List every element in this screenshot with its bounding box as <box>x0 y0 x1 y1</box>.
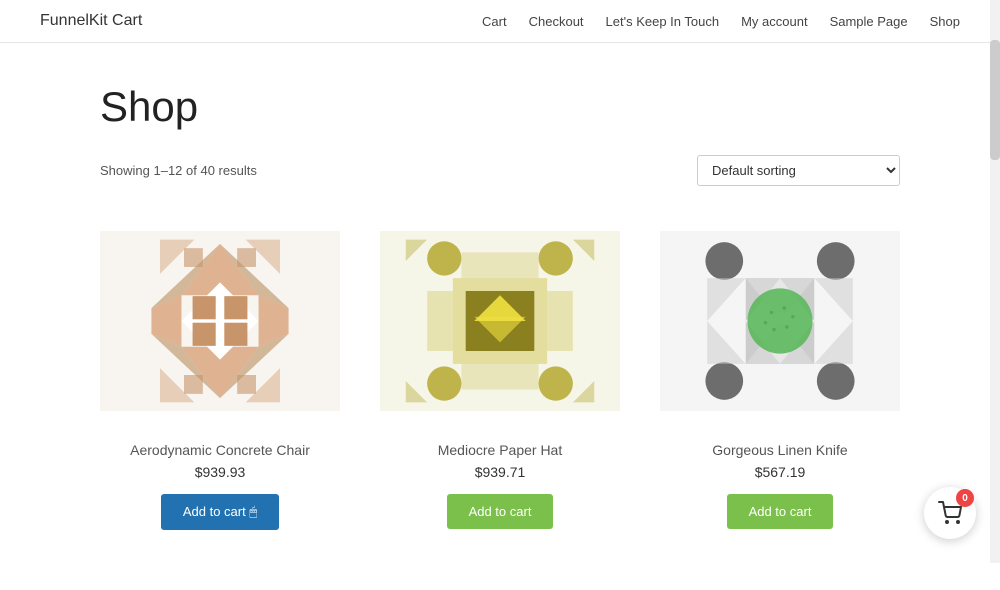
product-price: $939.93 <box>195 464 246 480</box>
product-name: Gorgeous Linen Knife <box>712 442 847 458</box>
product-card: Mediocre Paper Hat $939.71 Add to cart <box>380 216 620 530</box>
cart-floating-button[interactable]: 0 <box>924 487 976 539</box>
page-title: Shop <box>100 83 900 131</box>
nav-myaccount[interactable]: My account <box>741 14 807 29</box>
product-name: Aerodynamic Concrete Chair <box>130 442 310 458</box>
product-image <box>100 216 340 426</box>
products-grid: Aerodynamic Concrete Chair $939.93 Add t… <box>100 216 900 530</box>
product-price: $939.71 <box>475 464 526 480</box>
product-price: $567.19 <box>755 464 806 480</box>
add-to-cart-button[interactable]: Add to cart <box>727 494 834 529</box>
add-to-cart-button[interactable]: Add to cart 🖱 <box>161 494 279 530</box>
site-logo[interactable]: FunnelKit Cart <box>40 12 142 30</box>
main-content: Shop Showing 1–12 of 40 results Default … <box>0 43 1000 590</box>
nav-checkout[interactable]: Checkout <box>529 14 584 29</box>
nav-cart[interactable]: Cart <box>482 14 507 29</box>
nav-keepintouch[interactable]: Let's Keep In Touch <box>606 14 720 29</box>
results-count: Showing 1–12 of 40 results <box>100 163 257 178</box>
cart-count: 0 <box>956 489 974 507</box>
shop-meta-bar: Showing 1–12 of 40 results Default sorti… <box>100 155 900 186</box>
scrollbar-thumb[interactable] <box>990 40 1000 160</box>
product-image <box>380 216 620 426</box>
add-to-cart-button[interactable]: Add to cart <box>447 494 554 529</box>
product-card: Gorgeous Linen Knife $567.19 Add to cart <box>660 216 900 530</box>
scrollbar-track[interactable] <box>990 0 1000 563</box>
product-card: Aerodynamic Concrete Chair $939.93 Add t… <box>100 216 340 530</box>
site-header: FunnelKit Cart Cart Checkout Let's Keep … <box>0 0 1000 43</box>
nav-samplepage[interactable]: Sample Page <box>830 14 908 29</box>
nav-shop[interactable]: Shop <box>930 14 960 29</box>
product-name: Mediocre Paper Hat <box>438 442 563 458</box>
sort-select[interactable]: Default sorting Sort by popularity Sort … <box>697 155 900 186</box>
main-nav: Cart Checkout Let's Keep In Touch My acc… <box>482 14 960 29</box>
product-image <box>660 216 900 426</box>
